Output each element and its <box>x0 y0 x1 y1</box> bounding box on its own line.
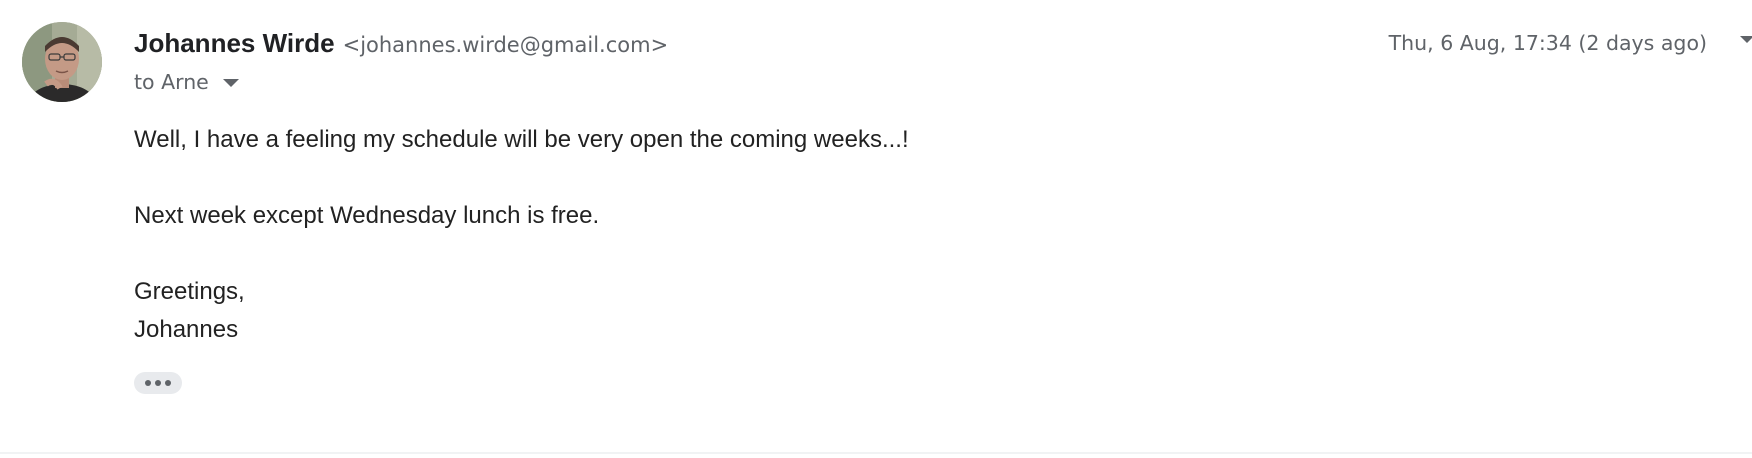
email-message: Johannes Wirde <johannes.wirde@gmail.com… <box>0 0 1752 458</box>
caret-down-icon[interactable] <box>1740 36 1752 43</box>
message-timestamp: Thu, 6 Aug, 17:34 (2 days ago) <box>1388 31 1707 55</box>
body-line: Greetings, <box>134 278 245 305</box>
body-line: Next week except Wednesday lunch is free… <box>134 202 600 229</box>
more-horiz-icon <box>145 380 151 386</box>
show-trimmed-content-button[interactable] <box>134 372 182 394</box>
body-line: Well, I have a feeling my schedule will … <box>134 126 909 153</box>
message-divider <box>0 452 1752 454</box>
more-horiz-icon <box>165 380 171 386</box>
message-header: Johannes Wirde <johannes.wirde@gmail.com… <box>134 28 668 59</box>
message-body: Well, I have a feeling my schedule will … <box>134 121 909 349</box>
show-details-caret-icon[interactable] <box>222 79 239 87</box>
more-horiz-icon <box>155 380 161 386</box>
sender-avatar[interactable] <box>22 22 102 102</box>
avatar-photo-icon <box>22 22 102 102</box>
sender-email: <johannes.wirde@gmail.com> <box>342 33 669 57</box>
recipient-text: to Arne <box>134 70 209 94</box>
body-line: Johannes <box>134 316 239 343</box>
recipient-line: to Arne <box>134 70 239 94</box>
sender-name[interactable]: Johannes Wirde <box>134 28 335 59</box>
